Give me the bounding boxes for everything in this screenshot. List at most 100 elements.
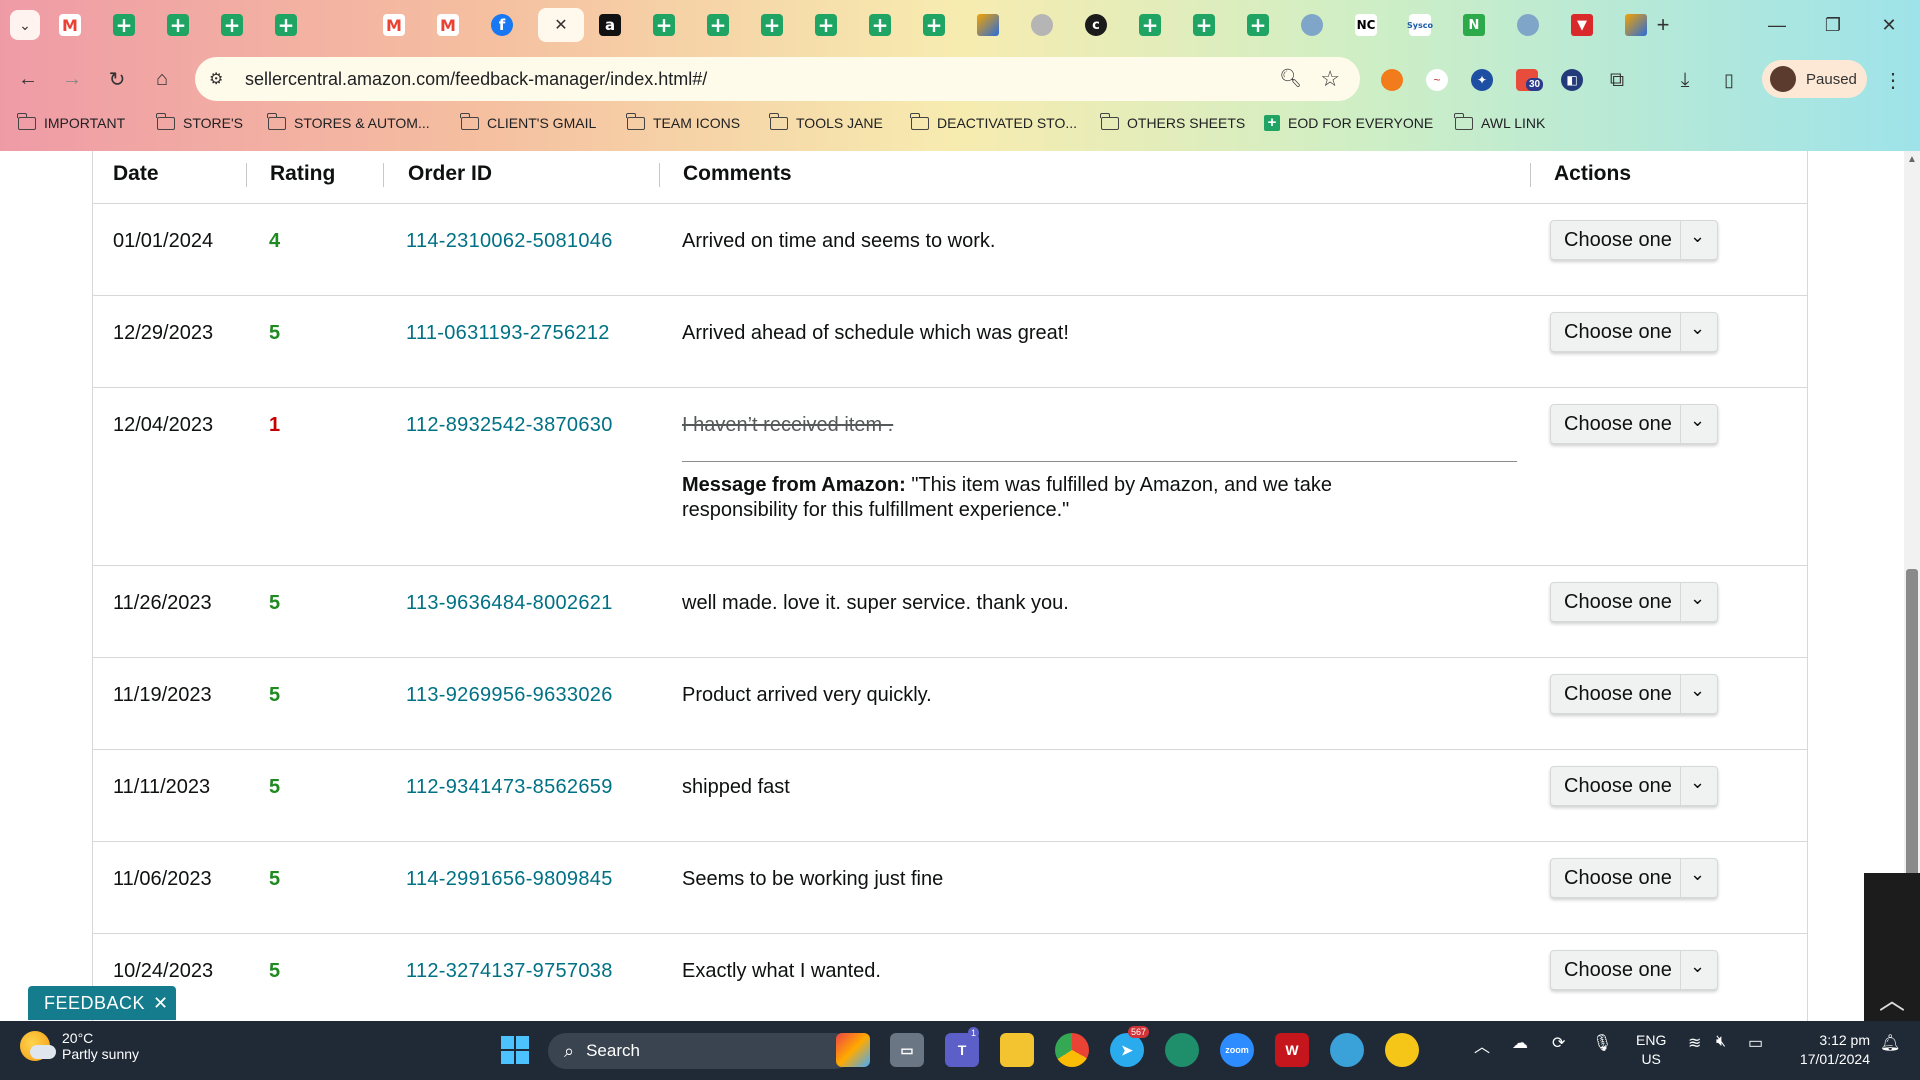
- browser-tab[interactable]: c: [1078, 8, 1114, 42]
- order-id-link[interactable]: 112-8932542-3870630: [406, 414, 613, 437]
- browser-tab[interactable]: [1510, 8, 1546, 42]
- profile-button[interactable]: Paused: [1762, 60, 1867, 98]
- bookmark-item[interactable]: DEACTIVATED STO...: [910, 112, 1077, 131]
- order-id-link[interactable]: 112-3274137-9757038: [406, 960, 613, 983]
- browser-tab[interactable]: [754, 8, 790, 42]
- order-id-link[interactable]: 113-9636484-8002621: [406, 592, 613, 615]
- bookmark-item[interactable]: + EOD FOR EVERYONE: [1264, 115, 1433, 131]
- order-id-link[interactable]: 112-9341473-8562659: [406, 776, 613, 799]
- header-rating[interactable]: Rating: [270, 162, 335, 186]
- bookmark-item[interactable]: STORES & AUTOM...: [267, 112, 430, 131]
- address-bar[interactable]: ⚙ sellercentral.amazon.com/feedback-mana…: [195, 57, 1360, 101]
- bookmark-star-icon[interactable]: ☆: [1320, 66, 1340, 92]
- action-dropdown[interactable]: Choose one ⌄: [1550, 404, 1718, 444]
- copilot-icon[interactable]: [836, 1033, 870, 1067]
- bookmark-item[interactable]: IMPORTANT: [17, 112, 125, 131]
- forward-button[interactable]: →: [57, 64, 87, 94]
- action-dropdown[interactable]: Choose one ⌄: [1550, 582, 1718, 622]
- browser-tab[interactable]: M: [430, 8, 466, 42]
- chevron-down-icon[interactable]: ⌄: [1690, 772, 1705, 793]
- browser-tab[interactable]: [106, 8, 142, 42]
- site-info-icon[interactable]: ⚙: [209, 69, 231, 89]
- browser-tab[interactable]: [1294, 8, 1330, 42]
- browser-tab[interactable]: f: [484, 8, 520, 42]
- browser-tab[interactable]: [916, 8, 952, 42]
- side-panel-icon[interactable]: ▯: [1718, 69, 1740, 91]
- extension-firefox-icon[interactable]: [1381, 69, 1403, 91]
- reload-button[interactable]: ↻: [102, 64, 132, 94]
- extensions-puzzle-icon[interactable]: ⧉: [1606, 69, 1628, 91]
- chevron-down-icon[interactable]: ⌄: [1690, 956, 1705, 977]
- browser-tab[interactable]: [1186, 8, 1222, 42]
- app-yellow-icon[interactable]: [1385, 1033, 1419, 1067]
- browser-tab[interactable]: M: [52, 8, 88, 42]
- browser-tab[interactable]: [214, 8, 250, 42]
- browser-tab[interactable]: ✕: [538, 8, 584, 42]
- browser-tab[interactable]: a: [592, 8, 628, 42]
- header-date[interactable]: Date: [113, 162, 159, 186]
- minimize-button[interactable]: —: [1754, 8, 1800, 42]
- chevron-down-icon[interactable]: ⌄: [1690, 318, 1705, 339]
- feedback-button[interactable]: FEEDBACK ✕: [28, 986, 176, 1020]
- back-button[interactable]: ←: [13, 64, 43, 94]
- bookmark-item[interactable]: STORE'S: [156, 112, 243, 131]
- chevron-down-icon[interactable]: ⌄: [1690, 864, 1705, 885]
- action-dropdown[interactable]: Choose one ⌄: [1550, 766, 1718, 806]
- order-id-link[interactable]: 111-0631193-2756212: [406, 322, 610, 345]
- chevron-down-icon[interactable]: ⌄: [1690, 588, 1705, 609]
- chrome-icon[interactable]: [1055, 1033, 1089, 1067]
- bookmark-item[interactable]: TOOLS JANE: [769, 112, 883, 131]
- browser-tab[interactable]: [322, 8, 358, 42]
- browser-tab[interactable]: [160, 8, 196, 42]
- wps-office-icon[interactable]: W: [1275, 1033, 1309, 1067]
- microphone-icon[interactable]: 🎙︎: [1592, 1033, 1612, 1053]
- browser-tab[interactable]: [268, 8, 304, 42]
- close-icon[interactable]: ✕: [554, 15, 567, 35]
- battery-icon[interactable]: ▭: [1748, 1033, 1763, 1053]
- chevron-down-icon[interactable]: ⌄: [1690, 226, 1705, 247]
- browser-tab[interactable]: [970, 8, 1006, 42]
- browser-tab[interactable]: [1132, 8, 1168, 42]
- bookmark-item[interactable]: AWL LINK: [1454, 112, 1545, 131]
- telegram-icon[interactable]: ➤: [1110, 1033, 1144, 1067]
- action-dropdown[interactable]: Choose one ⌄: [1550, 312, 1718, 352]
- bookmark-item[interactable]: TEAM ICONS: [626, 112, 740, 131]
- tab-search-button[interactable]: ⌄: [10, 10, 40, 40]
- wifi-icon[interactable]: ≋: [1688, 1033, 1701, 1053]
- extension-keepa-icon[interactable]: ~: [1426, 69, 1448, 91]
- bookmark-item[interactable]: CLIENT'S GMAIL: [460, 112, 596, 131]
- scroll-up-arrow-icon[interactable]: ▲: [1904, 154, 1920, 168]
- browser-tab[interactable]: Sysco: [1402, 8, 1438, 42]
- weather-widget[interactable]: 20°C Partly sunny: [20, 1030, 139, 1062]
- browser-tab[interactable]: [646, 8, 682, 42]
- zoom-icon[interactable]: 🔍︎: [1279, 68, 1302, 89]
- notification-bell-icon[interactable]: 🔔︎: [1880, 1033, 1900, 1053]
- edge-icon[interactable]: [1165, 1033, 1199, 1067]
- browser-tab[interactable]: [808, 8, 844, 42]
- maximize-button[interactable]: ❐: [1810, 8, 1856, 42]
- action-dropdown[interactable]: Choose one ⌄: [1550, 674, 1718, 714]
- browser-tab[interactable]: ▼: [1564, 8, 1600, 42]
- bookmark-item[interactable]: OTHERS SHEETS: [1100, 112, 1245, 131]
- download-icon[interactable]: ⤓: [1674, 69, 1696, 91]
- file-explorer-icon[interactable]: [1000, 1033, 1034, 1067]
- chevron-down-icon[interactable]: ⌄: [1690, 410, 1705, 431]
- order-id-link[interactable]: 114-2310062-5081046: [406, 230, 613, 253]
- browser-tab[interactable]: [1240, 8, 1276, 42]
- home-button[interactable]: ⌂: [147, 64, 177, 94]
- language-indicator[interactable]: ENG US: [1636, 1031, 1666, 1069]
- menu-dots-icon[interactable]: ⋮: [1882, 69, 1904, 92]
- action-dropdown[interactable]: Choose one ⌄: [1550, 220, 1718, 260]
- browser-tab[interactable]: N: [1456, 8, 1492, 42]
- browser-tab[interactable]: [862, 8, 898, 42]
- browser-tab[interactable]: NC: [1348, 8, 1384, 42]
- show-hidden-icons[interactable]: ︿: [1474, 1033, 1490, 1057]
- sync-icon[interactable]: ⟳: [1552, 1033, 1565, 1053]
- back-to-top-icon[interactable]: ︿: [1864, 980, 1920, 1020]
- chevron-down-icon[interactable]: ⌄: [1690, 680, 1705, 701]
- taskbar-search[interactable]: ⌕ Search: [548, 1033, 853, 1069]
- url-text[interactable]: sellercentral.amazon.com/feedback-manage…: [245, 69, 707, 90]
- browser-tab[interactable]: [1024, 8, 1060, 42]
- close-window-button[interactable]: ✕: [1866, 8, 1912, 42]
- order-id-link[interactable]: 113-9269956-9633026: [406, 684, 613, 707]
